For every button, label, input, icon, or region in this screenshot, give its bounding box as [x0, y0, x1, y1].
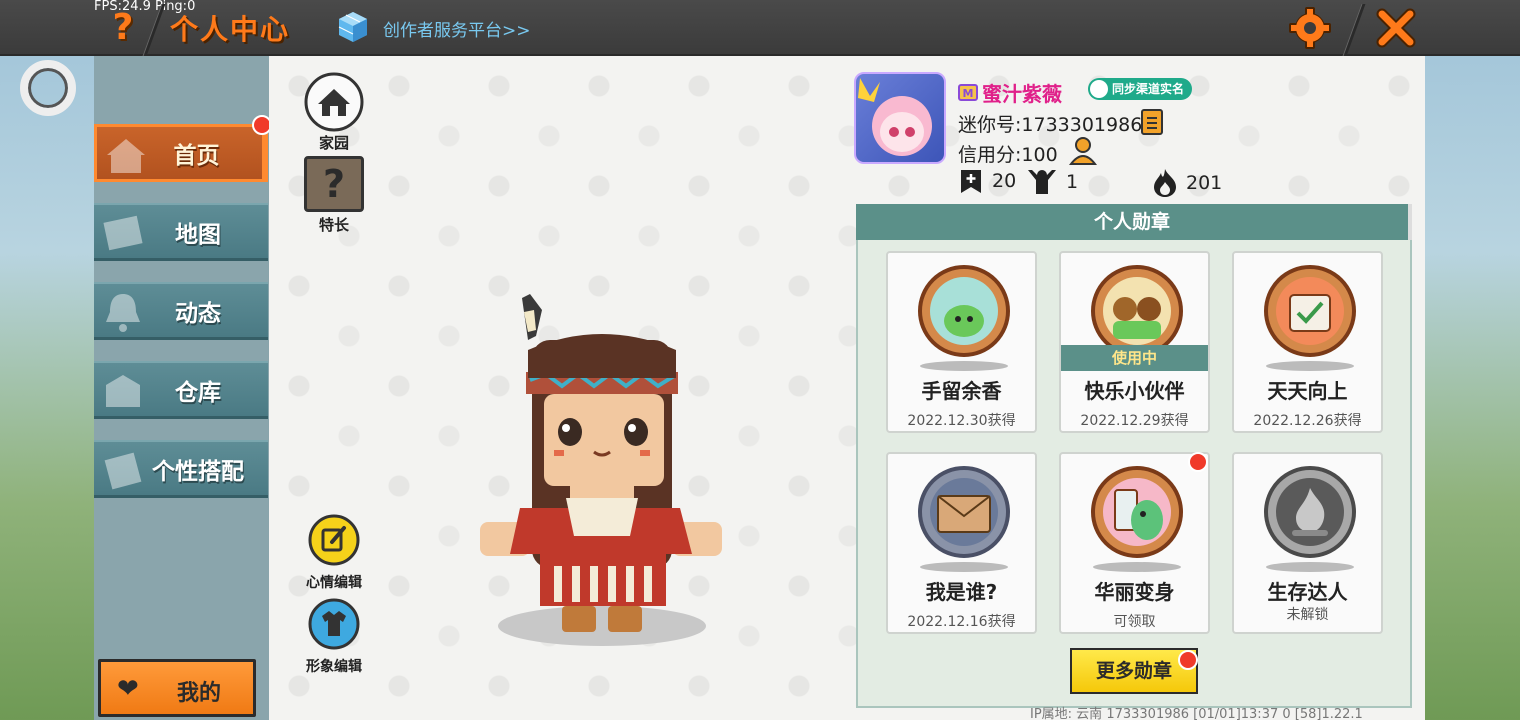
badge-card[interactable]: 手留余香 2022.12.30获得 [886, 251, 1037, 433]
calendar-badge-icon [1264, 265, 1356, 357]
sidebar-item-label: 个性搭配 [152, 458, 244, 485]
player-name: 蜜汁紫薇 [982, 82, 1062, 106]
badge-date: 2022.12.29获得 [1080, 413, 1189, 429]
footer-info: IP属地: 云南 1733301986 [01/01]13:37 0 [58]1… [1030, 707, 1363, 720]
posts-count: 20 [992, 170, 1017, 192]
sidebar-item-outfit[interactable]: 个性搭配 [94, 440, 268, 498]
badge-name: 天天向上 [1267, 379, 1348, 403]
profile-avatar[interactable] [854, 72, 946, 164]
creator-platform-link[interactable]: 创作者服务平台>> [383, 16, 531, 41]
sidebar-item-warehouse[interactable]: 仓库 [94, 361, 268, 419]
badge-card[interactable]: 我是谁? 2022.12.16获得 [886, 452, 1037, 634]
leaf-badge-icon [918, 265, 1010, 357]
notification-dot [1178, 650, 1198, 670]
badge-name: 华丽变身 [1094, 580, 1175, 604]
medal-shadow [920, 361, 1008, 371]
sidebar-item-home[interactable]: 首页 [94, 124, 268, 182]
cube-icon[interactable] [336, 10, 370, 44]
badge-date: 2022.12.26获得 [1253, 413, 1362, 429]
sidebar-item-label: 地图 [175, 221, 221, 248]
sidebar-item-label: 动态 [175, 300, 221, 327]
posts-stat[interactable]: 20 [958, 168, 1016, 194]
vip-icon: M [958, 84, 978, 101]
fans-stat[interactable]: 1 [1026, 168, 1078, 196]
avatar-portrait [858, 78, 932, 156]
fire-icon [1154, 169, 1176, 197]
edit-icon [308, 514, 360, 566]
badge-card[interactable]: 生存达人 未解锁 [1232, 452, 1383, 634]
badge-name: 生存达人 [1267, 580, 1348, 604]
popularity-count: 201 [1186, 172, 1223, 194]
badge-card[interactable]: 华丽变身 可领取 [1059, 452, 1210, 634]
mood-edit-button[interactable]: 心情编辑 [300, 514, 368, 592]
notification-dot [1188, 452, 1208, 472]
cheer-icon [1028, 170, 1056, 194]
sync-realname-badge[interactable]: 同步渠道实名 [1088, 78, 1193, 100]
heart-icon: ❤ [117, 674, 139, 704]
envelope-badge-icon [918, 466, 1010, 558]
look-edit-button[interactable]: 形象编辑 [300, 598, 368, 676]
popularity-stat[interactable]: 201 [1152, 168, 1222, 198]
transform-badge-icon [1091, 466, 1183, 558]
look-edit-label: 形象编辑 [306, 659, 362, 675]
sidebar-item-map[interactable]: 地图 [94, 203, 268, 261]
copy-icon[interactable] [1140, 108, 1166, 136]
fans-count: 1 [1066, 171, 1079, 193]
mood-edit-label: 心情编辑 [306, 575, 362, 591]
badge-name: 快乐小伙伴 [1084, 379, 1185, 403]
badge-name: 手留余香 [921, 379, 1002, 403]
badge-status: 未解锁 [1286, 607, 1329, 623]
badge-card[interactable]: 天天向上 2022.12.26获得 [1232, 251, 1383, 433]
person-icon [1090, 80, 1108, 98]
player-character[interactable] [470, 290, 730, 650]
house-icon [304, 72, 364, 132]
page-title: 个人中心 [170, 13, 291, 46]
badge-card[interactable]: 使用中 快乐小伙伴 2022.12.29获得 [1059, 251, 1210, 433]
gear-icon[interactable] [1288, 6, 1332, 50]
medal-shadow [1266, 361, 1354, 371]
badge-date: 2022.12.30获得 [907, 413, 1016, 429]
help-icon[interactable]: ? [108, 8, 138, 48]
home-label: 家园 [318, 134, 349, 152]
bookmark-plus-icon [961, 170, 981, 193]
sidebar-item-label: 仓库 [175, 379, 221, 406]
divider [1342, 4, 1366, 56]
mini-id: 迷你号:1733301986 [958, 114, 1143, 136]
mine-button[interactable]: ❤ 我的 [98, 659, 256, 717]
in-use-label: 使用中 [1061, 345, 1208, 371]
credit-score: 信用分:100 [958, 144, 1058, 166]
campfire-badge-icon [1264, 466, 1356, 558]
mine-label: 我的 [177, 681, 222, 706]
badge-date: 可领取 [1113, 614, 1156, 630]
home-button[interactable]: 家园 [302, 72, 366, 153]
top-bar: FPS:24.9 Ping:0 ? 个人中心 创作者服务平台>> [0, 0, 1520, 56]
talent-label: 特长 [318, 216, 349, 234]
shirt-icon [308, 598, 360, 650]
sidebar-item-label: 首页 [173, 143, 220, 169]
talent-button[interactable]: ? 特长 [302, 156, 366, 235]
badge-name: 我是谁? [925, 580, 998, 604]
badge-panel-title: 个人勋章 [856, 204, 1412, 240]
question-icon: ? [304, 156, 364, 212]
svg-text:M: M [963, 87, 974, 100]
badge-date: 2022.12.16获得 [907, 614, 1016, 630]
medal-shadow [1266, 562, 1354, 572]
sidebar-item-feed[interactable]: 动态 [94, 282, 268, 340]
medal-shadow [1093, 562, 1181, 572]
medal-shadow [920, 562, 1008, 572]
credit-person-icon[interactable] [1068, 136, 1098, 166]
floating-ring-icon[interactable] [20, 60, 76, 116]
sync-label: 同步渠道实名 [1112, 82, 1185, 96]
close-icon[interactable] [1374, 6, 1418, 50]
